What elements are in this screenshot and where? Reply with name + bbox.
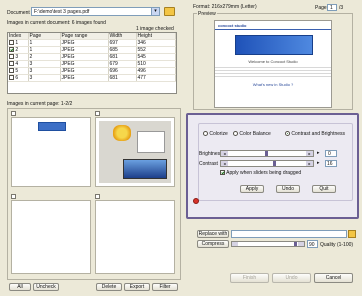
contrast-value-field[interactable]: 16 <box>325 160 337 167</box>
apply-button[interactable]: Apply <box>240 185 264 193</box>
row-checkbox[interactable] <box>9 54 14 60</box>
thumb3-checkbox[interactable] <box>11 194 16 199</box>
open-folder-icon[interactable] <box>164 7 175 16</box>
slider-right-arrow-icon[interactable]: ▸ <box>306 161 313 166</box>
quit-button[interactable]: Quit <box>312 185 336 193</box>
preview-welcome-text: Welcome to Concoct Studio <box>248 59 298 64</box>
contrast-thumb[interactable] <box>273 161 276 166</box>
row-checkbox[interactable] <box>9 75 14 81</box>
filter-button[interactable]: Filter <box>152 283 178 291</box>
thumb2-checkbox[interactable] <box>95 111 100 116</box>
preview-page-logo: concoct studio <box>218 23 247 28</box>
preview-page[interactable]: concoct studio Welcome to Concoct Studio… <box>214 20 332 108</box>
undo-adjust-button[interactable]: Undo <box>276 185 300 193</box>
thumb2-window-graphic <box>137 131 165 153</box>
quality-label: Quality (1-100) <box>320 242 354 248</box>
thumb1-checkbox[interactable] <box>11 111 16 116</box>
finish-button[interactable]: Finish <box>230 273 269 283</box>
images-in-doc-heading: Images in current document: 6 images fou… <box>7 20 106 26</box>
thumb2-screenshot-image <box>99 121 171 183</box>
preview-banner-image <box>235 35 313 55</box>
table-row[interactable]: 1 1 JPEG 697 346 <box>8 39 176 47</box>
row-checkbox[interactable] <box>9 40 14 46</box>
document-label: Document <box>7 10 30 16</box>
replace-with-button[interactable]: Replace with <box>197 230 229 238</box>
slider-left-arrow-icon[interactable] <box>232 242 238 246</box>
browse-folder-icon[interactable] <box>348 230 356 238</box>
cancel-button[interactable]: Cancel <box>314 273 353 283</box>
table-row[interactable]: 5 3 JPEG 696 496 <box>8 67 176 75</box>
quality-slider[interactable] <box>231 241 305 247</box>
undo-button[interactable]: Undo <box>272 273 311 283</box>
apply-when-dragged-option[interactable]: Apply when sliders being dragged <box>220 170 301 176</box>
images-table: Index Page Page range Width Height 1 1 JPE… <box>7 32 177 94</box>
table-row[interactable]: 4 3 JPEG 679 510 <box>8 60 176 68</box>
export-button[interactable]: Export <box>124 283 150 291</box>
compress-button[interactable]: Compress <box>197 240 229 248</box>
brightness-value-field[interactable]: 0 <box>325 150 337 157</box>
contrast-brightness-radio[interactable] <box>285 131 290 137</box>
page-total: /3 <box>339 5 344 11</box>
slider-left-arrow-icon[interactable]: ◂ <box>221 151 228 156</box>
slider-right-arrow-icon[interactable]: ▸ <box>306 151 313 156</box>
color-balance-radio[interactable] <box>233 131 238 137</box>
thumb2-photo-graphic <box>123 159 167 179</box>
all-button[interactable]: All <box>9 283 31 291</box>
table-row[interactable]: 2 1 JPEG 685 552 <box>8 46 176 54</box>
colorize-radio[interactable] <box>203 131 208 137</box>
color-balance-option[interactable]: Color Balance <box>233 131 271 137</box>
slider-right-arrow-icon[interactable] <box>298 242 304 246</box>
preview-label: Preview <box>197 11 217 17</box>
thumb2-star-graphic <box>113 125 131 141</box>
document-path-field[interactable]: F:\demo\test 3 pages.pdf ▾ <box>31 7 160 16</box>
thumb4-checkbox[interactable] <box>95 194 100 199</box>
page-number-value: 1 <box>330 5 333 11</box>
quality-thumb[interactable] <box>294 242 297 246</box>
thumbnail-4[interactable] <box>95 200 175 274</box>
contrast-step-icon[interactable]: ▸ <box>317 160 321 167</box>
dropdown-arrow-icon[interactable]: ▾ <box>151 8 159 15</box>
contrast-label: Contrast <box>199 161 218 167</box>
preview-body-text-lines <box>215 65 331 79</box>
delete-button[interactable]: Delete <box>96 283 122 291</box>
replace-path-field[interactable] <box>231 230 347 238</box>
page-label: Page <box>315 5 327 11</box>
page-number-input[interactable]: 1 <box>327 4 337 11</box>
table-row[interactable]: 3 2 JPEG 681 545 <box>8 53 176 61</box>
images-in-page-heading: Images in current page: 1-2/2 <box>7 101 73 107</box>
row-checkbox[interactable] <box>9 68 14 74</box>
document-path-value: F:\demo\test 3 pages.pdf <box>34 9 90 15</box>
brightness-slider[interactable]: ◂ ▸ <box>220 150 314 157</box>
apply-when-dragged-checkbox[interactable] <box>220 170 225 176</box>
quality-value-field[interactable]: 90 <box>307 240 318 248</box>
slider-left-arrow-icon[interactable]: ◂ <box>221 161 228 166</box>
thumb1-logo-image <box>38 122 66 131</box>
contrast-brightness-option[interactable]: Contrast and Brightness <box>285 131 345 137</box>
contrast-slider[interactable]: ◂ ▸ <box>220 160 314 167</box>
thumbnail-1[interactable] <box>11 117 91 187</box>
uncheck-button[interactable]: Uncheck <box>33 283 59 291</box>
error-icon <box>193 198 199 204</box>
row-checkbox[interactable] <box>9 61 14 67</box>
thumbnail-2[interactable] <box>95 117 175 187</box>
table-row[interactable]: 6 3 JPEG 681 477 <box>8 74 176 82</box>
preview-header-line <box>215 29 331 30</box>
row-checkbox[interactable] <box>9 47 14 53</box>
brightness-thumb[interactable] <box>265 151 268 156</box>
colorize-option[interactable]: Colorize <box>203 131 228 137</box>
preview-whats-new-text: What's new in Studio ? <box>252 82 294 87</box>
thumbnail-3[interactable] <box>11 200 91 274</box>
format-label: Format: 216x279mm (Letter) <box>193 4 257 10</box>
brightness-step-icon[interactable]: ▸ <box>317 150 321 157</box>
adjust-dialog: Colorize Color Balance Contrast and Brig… <box>186 113 359 219</box>
